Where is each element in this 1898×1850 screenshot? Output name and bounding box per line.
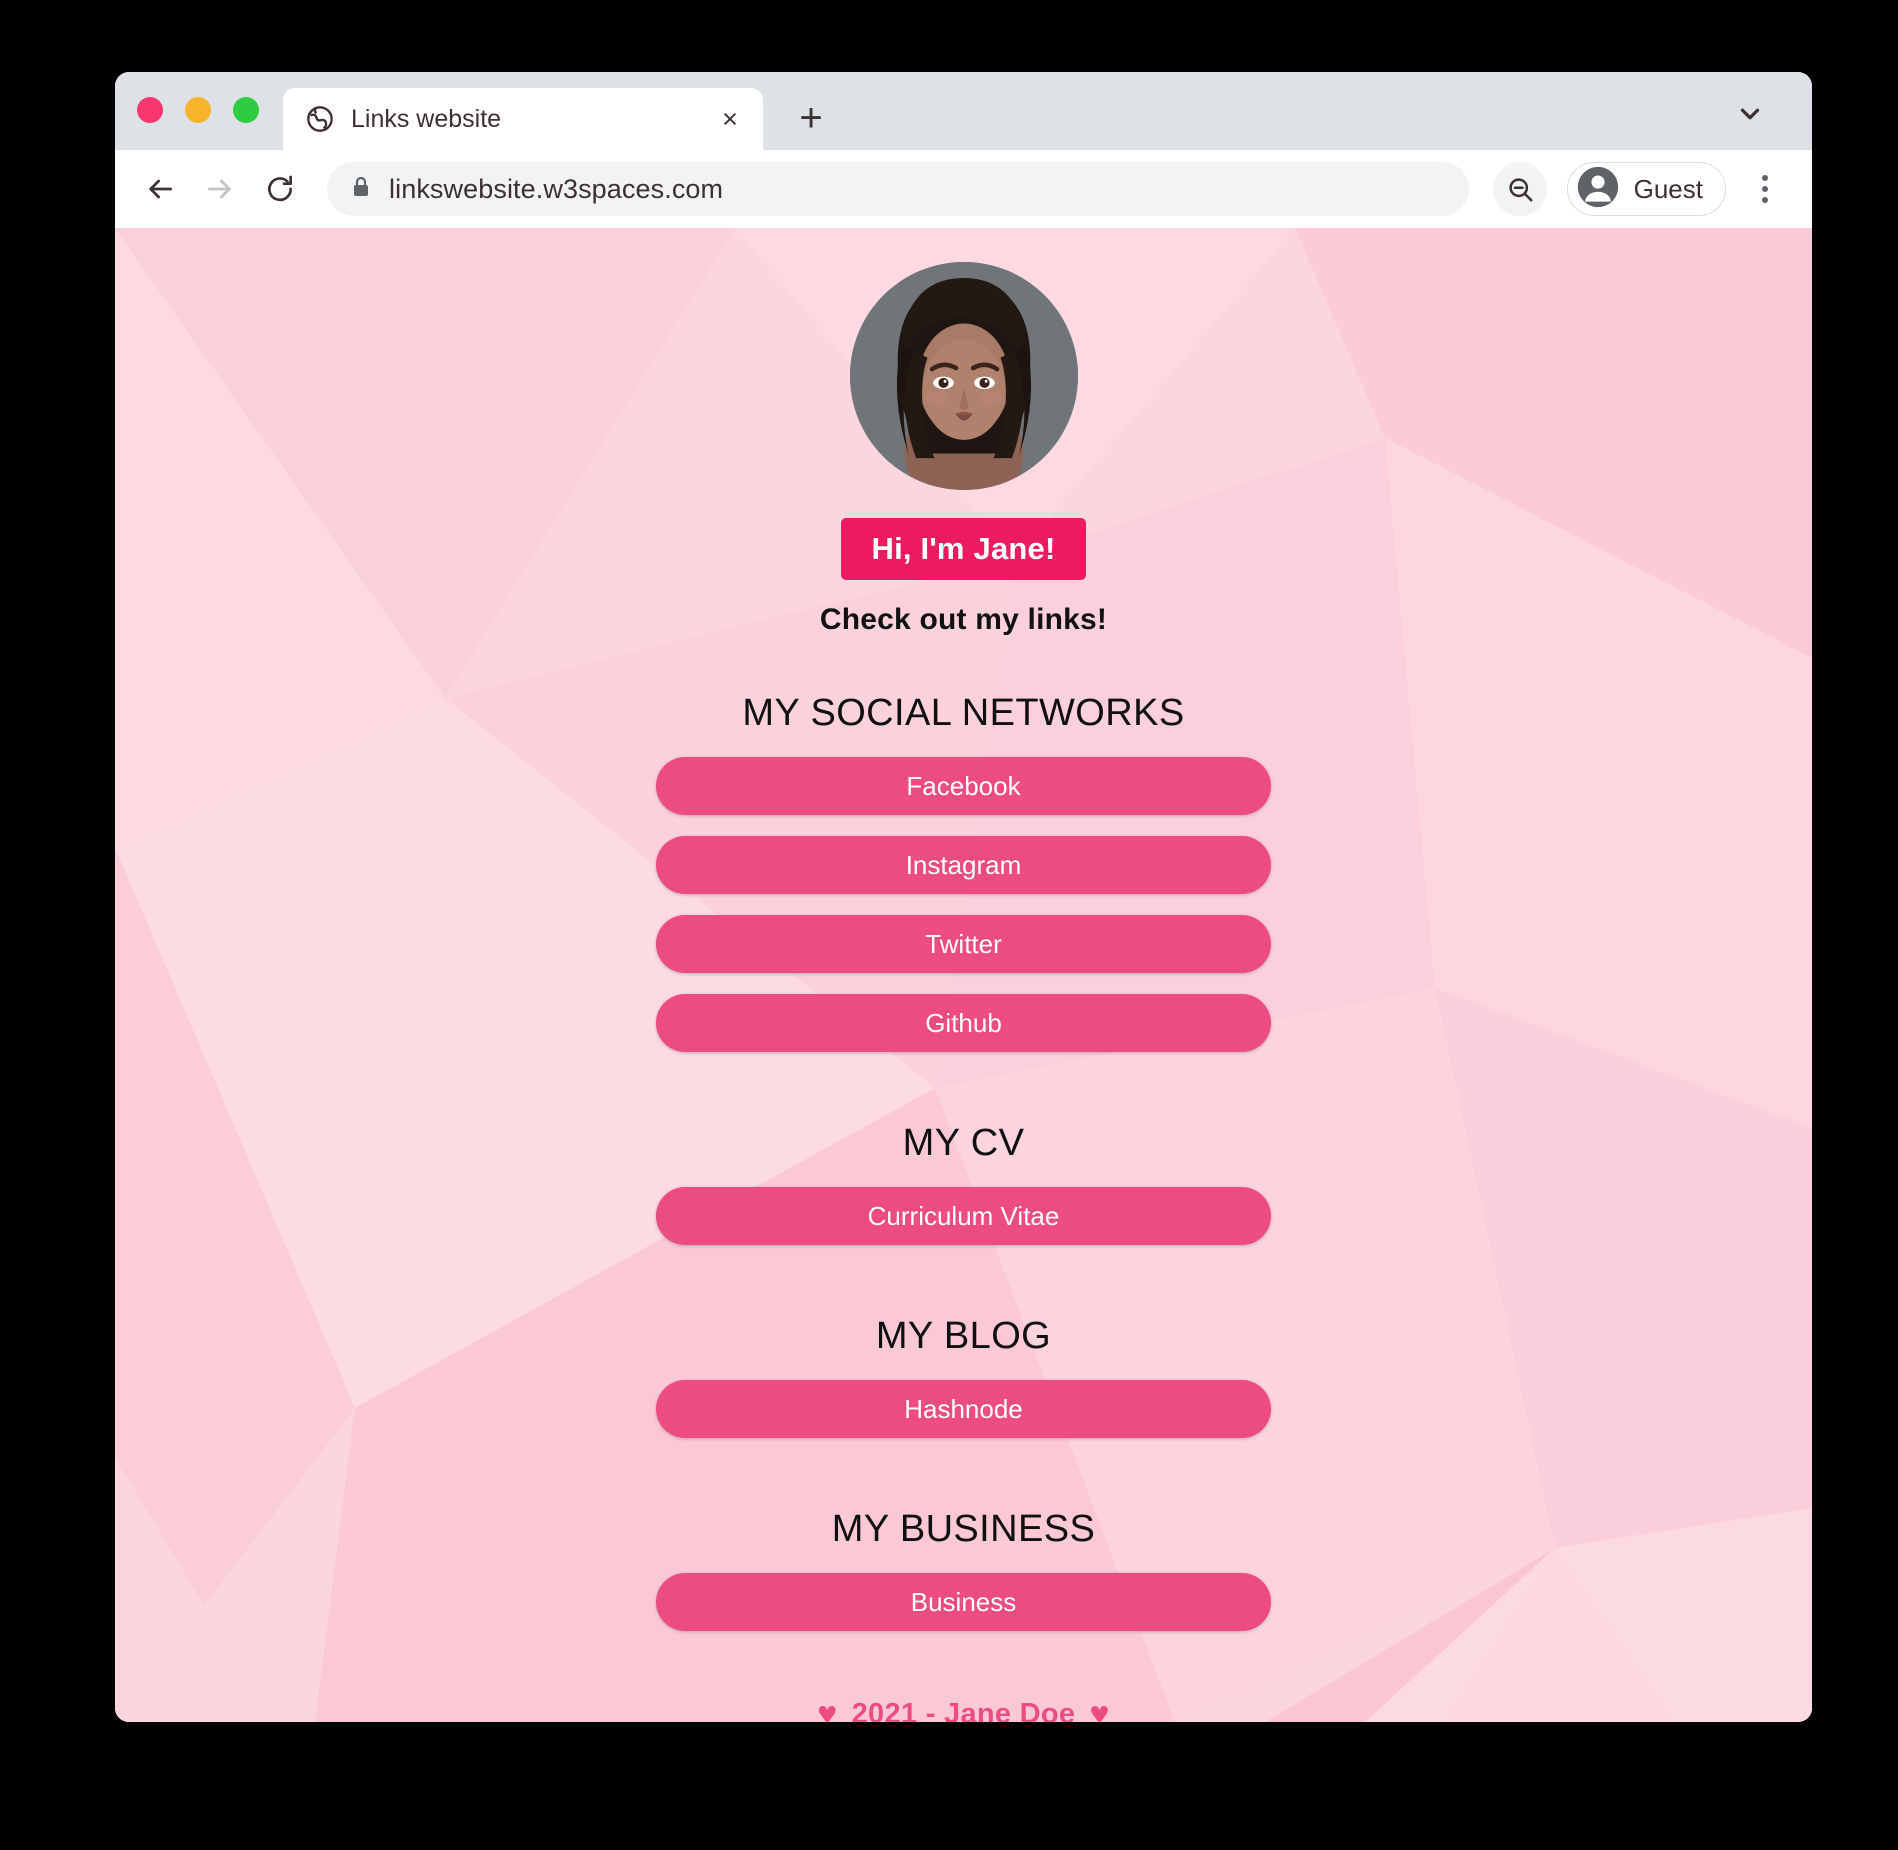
browser-window: Links website × + linkswebsite.w3spaces.… [115,72,1812,1722]
browser-toolbar: linkswebsite.w3spaces.com Guest [115,150,1812,228]
back-button[interactable] [133,162,187,216]
footer-text: 2021 - Jane Doe [851,1697,1076,1723]
link-button-hashnode[interactable]: Hashnode [656,1380,1271,1438]
link-list-social: Facebook Instagram Twitter Github [656,757,1271,1052]
window-controls [137,72,259,150]
tagline: Check out my links! [819,603,1108,636]
heart-icon: ♥ [1089,1695,1110,1722]
address-bar[interactable]: linkswebsite.w3spaces.com [327,162,1469,216]
close-icon[interactable]: × [713,102,747,136]
link-list-cv: Curriculum Vitae [656,1187,1271,1245]
forward-button[interactable] [193,162,247,216]
account-avatar-icon [1576,165,1620,214]
link-button-twitter[interactable]: Twitter [656,915,1271,973]
section-title-business: MY BUSINESS [831,1508,1096,1550]
avatar [849,262,1078,490]
section-title-cv: MY CV [902,1122,1025,1164]
lock-icon [349,175,373,204]
link-button-instagram[interactable]: Instagram [656,836,1271,894]
url-text: linkswebsite.w3spaces.com [389,173,724,204]
three-dot-menu-icon[interactable] [1742,162,1788,216]
chevron-down-icon[interactable] [1720,84,1780,144]
page-footer: ♥ 2021 - Jane Doe ♥ [817,1697,1110,1722]
tab-links-website[interactable]: Links website × [283,88,763,150]
minimize-window-button[interactable] [185,97,211,123]
new-tab-button[interactable]: + [781,88,841,148]
profile-name: Guest [1633,173,1703,204]
heart-icon: ♥ [817,1695,838,1722]
reload-button[interactable] [253,162,307,216]
tab-title: Links website [351,104,502,133]
link-button-business[interactable]: Business [656,1573,1271,1631]
link-button-github[interactable]: Github [656,994,1271,1052]
tab-strip: Links website × + [115,72,1812,150]
maximize-window-button[interactable] [233,97,259,123]
profile-photo [849,262,1078,490]
name-badge: Hi, I'm Jane! [840,518,1087,580]
menu-dot [1762,197,1768,203]
link-button-curriculum-vitae[interactable]: Curriculum Vitae [656,1187,1271,1245]
page-viewport: Hi, I'm Jane! Check out my links! MY SOC… [115,228,1812,1722]
menu-dot [1762,186,1768,192]
links-page: Hi, I'm Jane! Check out my links! MY SOC… [115,228,1812,1722]
link-list-business: Business [656,1573,1271,1631]
link-button-facebook[interactable]: Facebook [656,757,1271,815]
link-list-blog: Hashnode [656,1380,1271,1438]
menu-dot [1762,175,1768,181]
zoom-out-icon[interactable] [1492,162,1547,216]
globe-icon [305,104,335,134]
section-title-blog: MY BLOG [875,1315,1052,1357]
close-window-button[interactable] [137,97,163,123]
profile-button[interactable]: Guest [1566,162,1726,216]
section-title-social: MY SOCIAL NETWORKS [742,692,1185,734]
